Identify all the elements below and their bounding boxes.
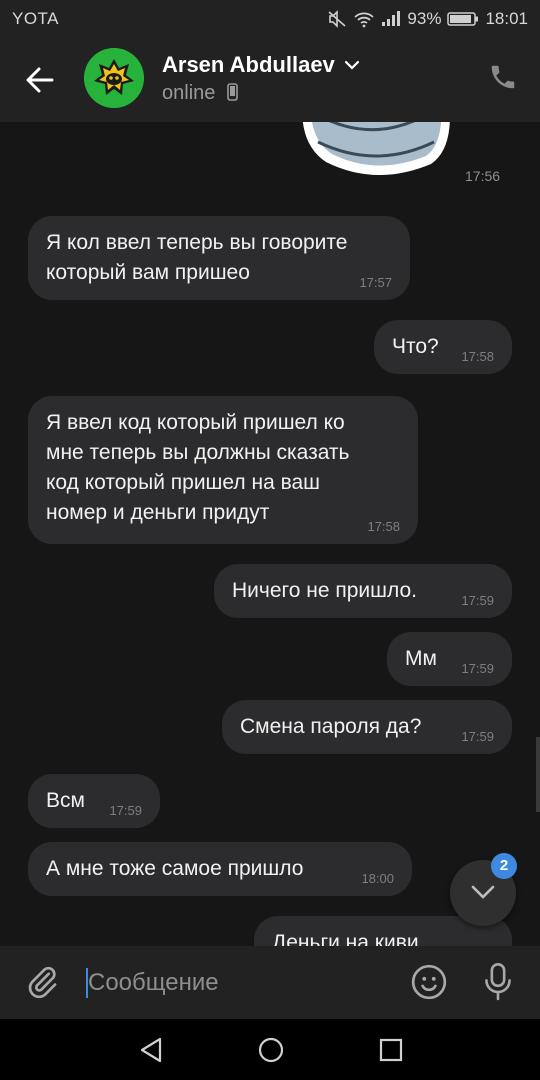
- nav-home-icon[interactable]: [257, 1036, 285, 1069]
- signal-icon: [381, 11, 401, 27]
- scrollbar[interactable]: [536, 737, 540, 812]
- message-time: 18:00: [361, 871, 394, 886]
- mobile-icon: [227, 83, 238, 107]
- message-text: Я кол ввел теперь вы говорите который ва…: [46, 231, 348, 284]
- message-time: 17:59: [461, 593, 494, 608]
- nav-back-icon[interactable]: [138, 1036, 164, 1069]
- message-list[interactable]: 17:56 Я кол ввел теперь вы говорите кото…: [0, 122, 540, 946]
- emoji-icon[interactable]: [410, 963, 448, 1006]
- battery-icon: [447, 11, 479, 27]
- carrier-label: YOTA: [12, 9, 60, 28]
- nav-recents-icon[interactable]: [378, 1037, 404, 1068]
- message-outgoing[interactable]: Мм 17:59: [387, 632, 512, 686]
- unread-count-badge: 2: [491, 853, 517, 879]
- message-time: 17:59: [461, 729, 494, 744]
- message-time: 17:58: [367, 519, 400, 534]
- chevron-down-icon[interactable]: [343, 58, 361, 76]
- message-incoming[interactable]: Я кол ввел теперь вы говорите который ва…: [28, 216, 410, 300]
- message-outgoing[interactable]: Смена пароля да? 17:59: [222, 700, 512, 754]
- back-arrow-icon: [22, 67, 58, 102]
- battery-percent: 93%: [407, 9, 442, 28]
- contact-status: online: [162, 82, 238, 107]
- message-outgoing[interactable]: Что? 17:58: [374, 320, 512, 374]
- chat-header: Arsen Abdullaev online: [0, 38, 540, 122]
- message-text: Деньги на киви: [272, 931, 419, 946]
- system-nav-bar: [0, 1019, 540, 1080]
- attach-icon[interactable]: [24, 964, 60, 1005]
- message-time: 17:59: [109, 803, 142, 818]
- message-incoming[interactable]: Всм 17:59: [28, 774, 160, 828]
- message-incoming[interactable]: А мне тоже самое пришло 18:00: [28, 842, 412, 896]
- sticker-time: 17:56: [465, 168, 501, 184]
- message-text: Я ввел код который пришел ко мне теперь …: [46, 411, 350, 524]
- message-outgoing[interactable]: Ничего не пришло. 17:59: [214, 564, 512, 618]
- contact-avatar[interactable]: [84, 48, 144, 108]
- mute-icon: [327, 10, 347, 28]
- status-icons: 93% 18:01: [327, 9, 528, 29]
- phone-icon[interactable]: [488, 62, 518, 97]
- message-time: 17:59: [461, 661, 494, 676]
- message-time: 17:58: [461, 349, 494, 364]
- status-text: online: [162, 82, 216, 104]
- microphone-icon[interactable]: [482, 962, 514, 1007]
- message-time: 17:57: [359, 275, 392, 290]
- back-button[interactable]: [22, 62, 62, 98]
- contact-name[interactable]: Arsen Abdullaev: [162, 52, 335, 78]
- chevron-down-icon: [469, 883, 497, 906]
- message-input[interactable]: Сообщение: [88, 968, 219, 998]
- sticker-image[interactable]: [296, 122, 456, 182]
- message-text: Что?: [392, 335, 439, 358]
- wifi-icon: [353, 10, 375, 28]
- message-text: Всм: [46, 789, 85, 812]
- message-text: Мм: [405, 647, 437, 670]
- message-composer: Сообщение: [0, 946, 540, 1019]
- message-incoming[interactable]: Я ввел код который пришел ко мне теперь …: [28, 396, 418, 544]
- status-bar: YOTA 93% 18:01: [0, 0, 540, 38]
- status-time: 18:01: [485, 9, 528, 28]
- message-text: А мне тоже самое пришло: [46, 857, 304, 880]
